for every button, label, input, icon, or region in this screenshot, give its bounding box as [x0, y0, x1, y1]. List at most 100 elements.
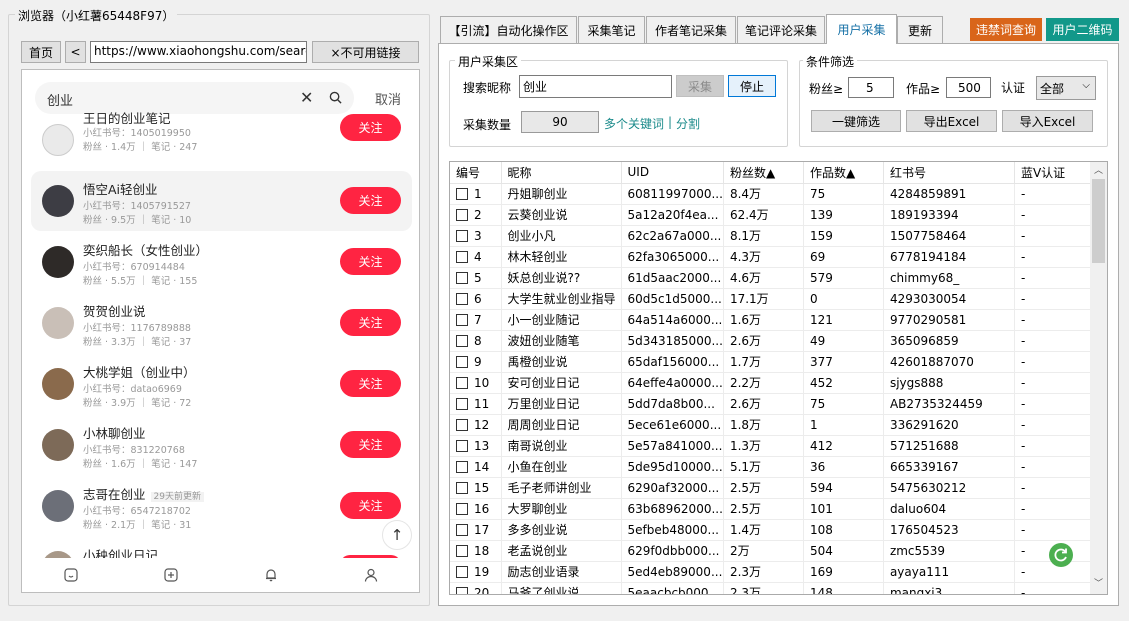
multi-keyword-link[interactable]: 多个关键词: [604, 115, 664, 132]
nickname-input[interactable]: 创业: [519, 75, 672, 98]
tab-collect-notes[interactable]: 采集笔记: [578, 16, 645, 43]
works-input[interactable]: 500: [946, 77, 991, 98]
cell-index[interactable]: 18: [450, 540, 502, 562]
cell-index[interactable]: 12: [450, 414, 502, 436]
banned-word-button[interactable]: 违禁词查询: [970, 18, 1042, 41]
table-row[interactable]: 3 创业小凡 62c2a67a000... 8.1万 159 1507758464-: [450, 225, 1093, 247]
scroll-top-button[interactable]: ↑: [382, 520, 412, 550]
cell-index[interactable]: 6: [450, 288, 502, 310]
table-row[interactable]: 6 大学生就业创业指导 60d5c1d5000... 17.1万 0 4293030054…: [450, 288, 1093, 310]
row-checkbox[interactable]: [456, 418, 468, 431]
table-row[interactable]: 1 丹姐聊创业 60811997000... 8.4万 75 4284859891-: [450, 183, 1093, 205]
header-fans[interactable]: 粉丝数▲: [723, 162, 804, 184]
row-checkbox[interactable]: [456, 250, 468, 263]
tab-note-comments[interactable]: 笔记评论采集: [737, 16, 825, 43]
bell-icon[interactable]: [263, 567, 279, 583]
scroll-down-icon[interactable]: ﹀: [1094, 576, 1103, 589]
row-checkbox[interactable]: [456, 376, 468, 389]
cell-index[interactable]: 11: [450, 393, 502, 415]
table-row[interactable]: 14 小鱼在创业 5de95d10000... 5.1万 36 665339167-: [450, 456, 1093, 478]
cell-index[interactable]: 20: [450, 582, 502, 594]
cell-index[interactable]: 15: [450, 477, 502, 499]
row-checkbox[interactable]: [456, 313, 468, 326]
cell-index[interactable]: 7: [450, 309, 502, 331]
split-link[interactable]: 分割: [676, 115, 700, 132]
follow-button[interactable]: 关注: [340, 492, 401, 519]
profile-icon[interactable]: [363, 567, 379, 583]
table-row[interactable]: 10 安可创业日记 64effe4a0000... 2.2万 452 sjygs888-: [450, 372, 1093, 394]
user-card[interactable]: 悟空Ai轻创业 小红书号：1405791527 粉丝 · 9.5万 ｜ 笔记 ·…: [31, 171, 412, 231]
unavailable-link-button[interactable]: ×不可用链接: [312, 41, 419, 63]
cell-index[interactable]: 4: [450, 246, 502, 268]
user-card[interactable]: 王日的创业笔记 小红书号：1405019950 粉丝 · 1.4万 ｜ 笔记 ·…: [31, 110, 412, 170]
row-checkbox[interactable]: [456, 460, 468, 473]
user-card[interactable]: 贺贺创业说 小红书号：1176789888 粉丝 · 3.3万 ｜ 笔记 · 3…: [31, 293, 412, 353]
header-redbook-id[interactable]: 红书号: [883, 162, 1015, 184]
home-button[interactable]: 首页: [21, 41, 61, 63]
table-row[interactable]: 7 小一创业随记 64a514a6000... 1.6万 121 9770290581-: [450, 309, 1093, 331]
cell-index[interactable]: 3: [450, 225, 502, 247]
row-checkbox[interactable]: [456, 502, 468, 515]
count-field[interactable]: 90: [521, 111, 599, 133]
clear-icon[interactable]: ✕: [300, 88, 313, 107]
url-field[interactable]: https://www.xiaohongshu.com/search: [90, 41, 307, 63]
header-uid[interactable]: UID: [621, 162, 724, 184]
follow-button[interactable]: 关注: [340, 114, 401, 141]
row-checkbox[interactable]: [456, 271, 468, 284]
tab-automation[interactable]: 【引流】自动化操作区: [440, 16, 577, 43]
phone-search-input[interactable]: 创业: [47, 90, 73, 109]
table-row[interactable]: 12 周周创业日记 5ece61e6000... 1.8万 1 336291620-: [450, 414, 1093, 436]
user-card[interactable]: 大桃学姐（创业中） 小红书号：datao6969 粉丝 · 3.9万 ｜ 笔记 …: [31, 354, 412, 414]
cell-index[interactable]: 14: [450, 456, 502, 478]
cell-index[interactable]: 5: [450, 267, 502, 289]
back-button[interactable]: <: [65, 41, 86, 63]
table-row[interactable]: 17 多多创业说 5efbeb48000... 1.4万 108 176504523-: [450, 519, 1093, 541]
export-excel-button[interactable]: 导出Excel: [906, 110, 997, 132]
cell-index[interactable]: 17: [450, 519, 502, 541]
table-row[interactable]: 19 励志创业语录 5ed4eb89000... 2.3万 169 ayaya111-: [450, 561, 1093, 583]
tab-update[interactable]: 更新: [897, 16, 943, 43]
fans-input[interactable]: 5: [848, 77, 894, 98]
cell-index[interactable]: 2: [450, 204, 502, 226]
row-checkbox[interactable]: [456, 481, 468, 494]
collect-button[interactable]: 采集: [676, 75, 724, 97]
auth-select[interactable]: 全部 ⌵: [1036, 76, 1096, 100]
header-bluev[interactable]: 蓝V认证: [1014, 162, 1093, 184]
table-row[interactable]: 9 禹橙创业说 65daf156000... 1.7万 377 42601887070-: [450, 351, 1093, 373]
table-row[interactable]: 2 云葵创业说 5a12a20f4ea... 62.4万 139 189193394-: [450, 204, 1093, 226]
tab-user-collect[interactable]: 用户采集: [826, 14, 897, 44]
row-checkbox[interactable]: [456, 586, 468, 594]
search-icon[interactable]: [329, 91, 342, 104]
row-checkbox[interactable]: [456, 355, 468, 368]
stop-button[interactable]: 停止: [728, 75, 776, 97]
row-checkbox[interactable]: [456, 439, 468, 452]
refresh-icon[interactable]: [1049, 543, 1073, 567]
row-checkbox[interactable]: [456, 565, 468, 578]
cell-index[interactable]: 19: [450, 561, 502, 583]
scroll-up-icon[interactable]: ︿: [1094, 163, 1103, 176]
header-index[interactable]: 编号: [450, 162, 502, 184]
table-row[interactable]: 13 南哥说创业 5e57a841000... 1.3万 412 571251688-: [450, 435, 1093, 457]
import-excel-button[interactable]: 导入Excel: [1002, 110, 1093, 132]
tab-author-notes[interactable]: 作者笔记采集: [646, 16, 736, 43]
row-checkbox[interactable]: [456, 187, 468, 200]
user-qrcode-button[interactable]: 用户二维码: [1046, 18, 1119, 41]
row-checkbox[interactable]: [456, 544, 468, 557]
cell-index[interactable]: 8: [450, 330, 502, 352]
row-checkbox[interactable]: [456, 292, 468, 305]
search-cancel-button[interactable]: 取消: [375, 89, 401, 108]
table-row[interactable]: 16 大罗聊创业 63b68962000... 2.5万 101 daluo604-: [450, 498, 1093, 520]
row-checkbox[interactable]: [456, 208, 468, 221]
follow-button[interactable]: 关注: [340, 187, 401, 214]
row-checkbox[interactable]: [456, 397, 468, 410]
table-row[interactable]: 5 妖总创业说?? 61d5aac2000... 4.6万 579 chimmy68_ -: [450, 267, 1093, 289]
table-row[interactable]: 8 波妞创业随笔 5d343185000... 2.6万 49 365096859-: [450, 330, 1093, 352]
cell-index[interactable]: 16: [450, 498, 502, 520]
table-row[interactable]: 18 老孟说创业 629f0dbb000... 2万 504 zmc5539-: [450, 540, 1093, 562]
row-checkbox[interactable]: [456, 523, 468, 536]
table-row[interactable]: 20 马爷了创业说 5eaacbcb000... 2.3万 148 mangxi3-: [450, 582, 1093, 594]
header-nickname[interactable]: 昵称: [501, 162, 622, 184]
follow-button[interactable]: 关注: [340, 248, 401, 275]
cell-index[interactable]: 10: [450, 372, 502, 394]
follow-button[interactable]: 关注: [340, 370, 401, 397]
